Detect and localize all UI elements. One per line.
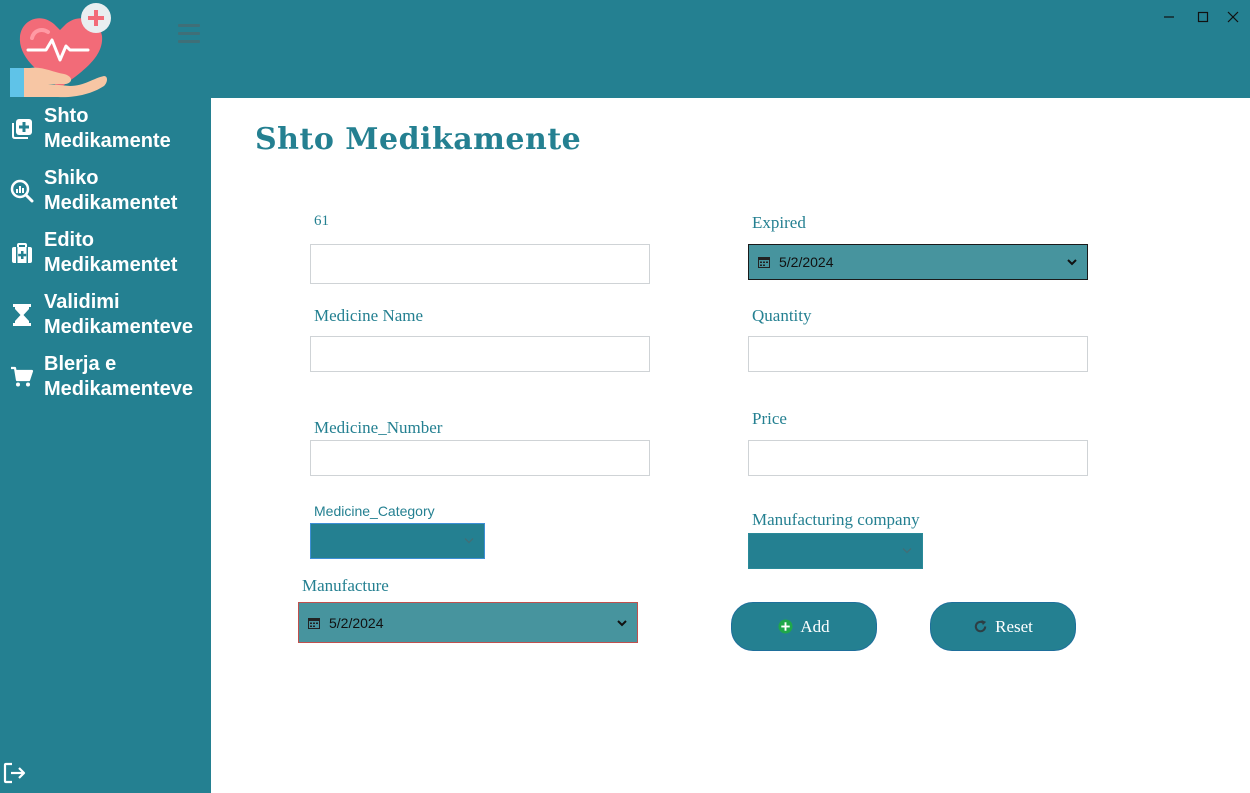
chevron-down-icon [464,537,474,544]
sidebar-item-shiko-medikamentet[interactable]: Shiko Medikamentet [0,166,211,222]
manufacturing-company-select[interactable] [748,533,923,569]
add-button[interactable]: Add [731,602,877,651]
sidebar-item-edito-medikamentet[interactable]: Edito Medikamentet [0,228,211,284]
hamburger-icon [178,24,200,27]
medicine-name-input[interactable] [310,336,650,372]
sidebar-item-label: Validimi Medikamenteve [44,291,193,338]
chevron-down-icon [1067,259,1077,266]
add-circle-icon [778,619,793,634]
medical-bag-icon [12,243,32,263]
app-logo [8,2,118,100]
medicine-number-label: Medicine_Number [314,418,443,437]
expired-date-picker[interactable]: 5/2/2024 [748,244,1088,280]
minimize-icon [1164,16,1174,18]
maximize-icon [1197,11,1209,23]
sidebar-item-label: Edito Medikamentet [44,229,178,276]
id-label: 61 [314,213,329,229]
close-icon [1227,11,1239,23]
manufacture-date-value: 5/2/2024 [329,614,384,631]
quantity-input[interactable] [748,336,1088,372]
minimize-button[interactable] [1156,6,1182,28]
reset-button-label: Reset [995,616,1033,636]
maximize-button[interactable] [1190,6,1216,28]
chevron-down-icon [902,547,912,554]
medicine-number-input[interactable] [310,440,650,476]
refresh-icon [974,619,987,633]
medicine-category-label: Medicine_Category [314,503,435,519]
expired-date-value: 5/2/2024 [779,254,834,270]
reset-button[interactable]: Reset [930,602,1076,651]
manufacturing-company-label: Manufacturing company [752,510,920,529]
top-bar [0,0,1250,98]
sidebar-item-validimi-medikamenteve[interactable]: Validimi Medikamenteve [0,290,211,346]
add-button-label: Add [800,616,830,636]
id-input[interactable] [310,244,650,284]
sidebar-item-label: Blerja e Medikamenteve [44,353,193,400]
expired-label: Expired [752,213,806,232]
sidebar-item-blerja-e-medikamenteve[interactable]: Blerja e Medikamenteve [0,352,211,408]
menu-toggle-button[interactable] [178,24,200,44]
price-label: Price [752,409,787,428]
sidebar-item-label: Shto Medikamente [44,105,171,152]
chevron-down-icon [617,619,627,626]
sidebar-item-shto-medikamente[interactable]: Shto Medikamente [0,104,211,160]
analytics-search-icon [10,179,34,203]
quantity-label: Quantity [752,306,812,325]
page-title: Shto Medikamente [255,122,582,157]
close-button[interactable] [1220,6,1246,28]
logout-button[interactable] [3,762,27,784]
calendar-icon [308,617,320,629]
sidebar-item-label: Shiko Medikamentet [44,167,178,214]
price-input[interactable] [748,440,1088,476]
medicine-name-label: Medicine Name [314,306,424,325]
calendar-icon [758,257,770,268]
manufacture-label: Manufacture [302,576,389,595]
medicine-category-select[interactable] [310,523,485,559]
logout-icon [3,762,26,784]
hourglass-icon [13,304,31,326]
manufacture-date-picker[interactable]: 5/2/2024 [298,602,638,643]
add-box-icon [12,119,32,139]
cart-icon [11,366,34,387]
